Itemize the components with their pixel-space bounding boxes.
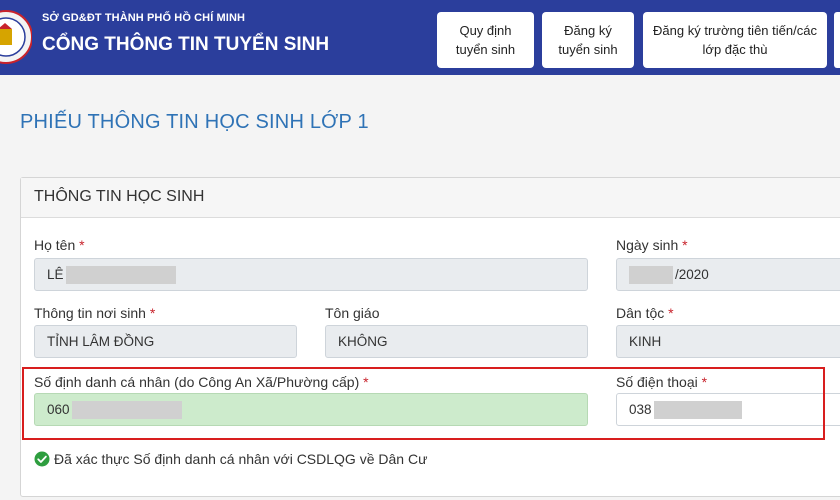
redacted-blur (65, 265, 176, 284)
redacted-blur (629, 265, 673, 284)
portal-title: CỔNG THÔNG TIN TUYỂN SINH (42, 34, 330, 55)
ngay-sinh-label: Ngày sinh * (616, 237, 688, 253)
ho-ten-label: Họ tên * (34, 237, 85, 253)
noi-sinh-field[interactable]: TỈNH LÂM ĐỒNG (34, 325, 297, 358)
department-name: SỞ GD&ĐT THÀNH PHỐ HỒ CHÍ MINH (42, 12, 246, 24)
check-circle-icon (34, 451, 50, 467)
nav-quy-dinh-tuyen-sinh[interactable]: Quy định tuyển sinh (437, 12, 534, 68)
panel-title: THÔNG TIN HỌC SINH (34, 188, 205, 205)
ho-ten-field[interactable]: LÊ (34, 258, 588, 291)
ton-giao-field[interactable]: KHÔNG (325, 325, 588, 358)
ton-giao-label: Tôn giáo (325, 305, 380, 321)
department-logo-icon (0, 10, 32, 64)
page-title: PHIẾU THÔNG TIN HỌC SINH LỚP 1 (20, 111, 369, 133)
ngay-sinh-field[interactable]: /2020 (616, 258, 840, 291)
verification-text: Đã xác thực Số định danh cá nhân với CSD… (54, 451, 428, 467)
nav-overflow-edge (834, 12, 840, 68)
panel-header: THÔNG TIN HỌC SINH (21, 178, 840, 218)
dan-toc-field[interactable]: KINH (616, 325, 840, 358)
dan-toc-label: Dân tộc * (616, 305, 674, 321)
verification-note: Đã xác thực Số định danh cá nhân với CSD… (34, 451, 427, 467)
noi-sinh-label: Thông tin nơi sinh * (34, 305, 156, 321)
nav-dang-ky-tuyen-sinh[interactable]: Đăng ký tuyển sinh (542, 12, 634, 68)
nav-dang-ky-truong-tien-tien[interactable]: Đăng ký trường tiên tiến/các lớp đặc thù (643, 12, 827, 68)
highlight-box (22, 367, 825, 440)
portal-header: SỞ GD&ĐT THÀNH PHỐ HỒ CHÍ MINH CỔNG THÔN… (0, 0, 840, 75)
